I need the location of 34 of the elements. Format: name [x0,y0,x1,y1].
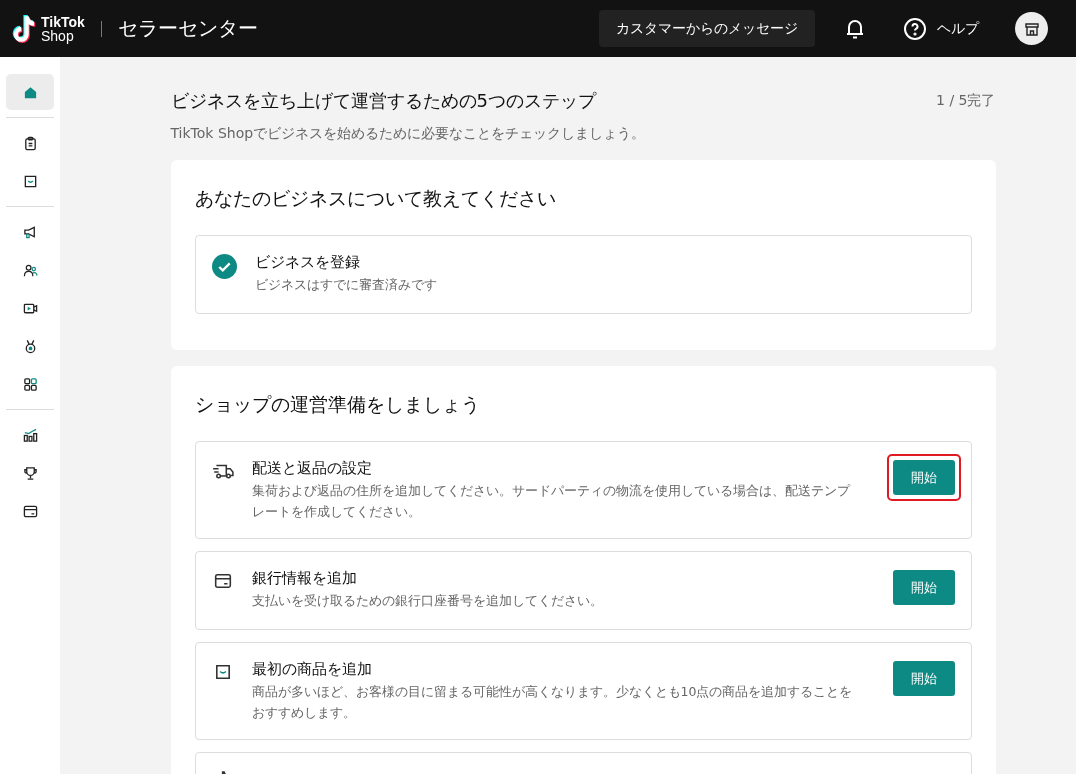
page-title: ビジネスを立ち上げて運営するための5つのステップ [170,89,596,113]
logo-subtitle: Shop [41,28,75,43]
home-icon [22,84,38,100]
people-icon [22,262,38,278]
step-description: ビジネスはすでに審査済みです [254,276,438,294]
shop-avatar[interactable] [1015,12,1048,45]
card-icon [22,503,38,519]
grid-icon [22,376,38,392]
megaphone-icon [22,224,38,240]
start-button[interactable]: 開始 [892,570,955,605]
customer-messages-button[interactable]: カスタマーからのメッセージ [599,10,815,47]
step-title: 銀行情報を追加 [251,569,358,588]
step-title: 配送と返品の設定 [251,459,373,478]
progress-text: 1 / 5完了 [936,92,996,110]
page-subtitle: TikTok Shopでビジネスを始めるために必要なことをチェックしましょう。 [170,125,647,143]
start-button[interactable]: 開始 [892,460,955,495]
step-description: 商品が多いほど、お客様の目に留まる可能性が高くなります。少なくとも10点の商品を追加することをおすすめします。 [251,683,854,722]
help-link[interactable]: ヘルプ [903,16,979,41]
bag-icon [22,173,38,189]
step-title: ビジネスを登録 [254,253,361,272]
trophy-icon [22,465,38,481]
tiktok-logo-icon [12,13,38,44]
clipboard-icon [22,135,38,151]
section-title: あなたのビジネスについて教えてください [194,186,557,211]
start-button[interactable]: 開始 [892,661,955,696]
section-title: ショップの運営準備をしましょう [194,392,481,417]
help-icon [903,16,927,41]
step-description: 集荷および返品の住所を追加してください。サードパーティの物流を使用している場合は、配送テンプレートを作成してください。 [251,482,852,521]
truck-icon [211,462,234,480]
logo-wordmark: TikTok [41,14,85,29]
step-title: 最初の商品を追加 [251,660,373,679]
step-description: 支払いを受け取るための銀行口座番号を追加してください。 [251,592,604,610]
chart-icon [22,427,38,443]
app-title: セラーセンター [117,15,258,42]
